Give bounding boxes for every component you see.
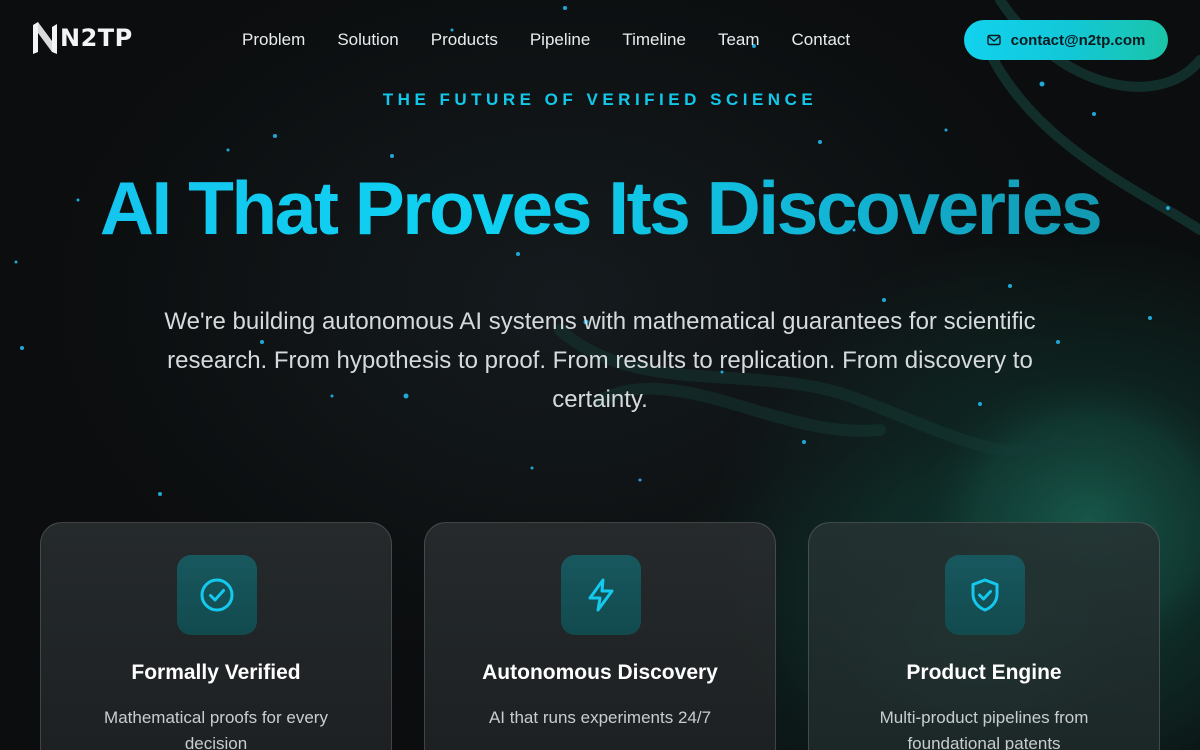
card-description: Multi-product pipelines from foundationa… [879,708,1089,750]
nav-link-contact[interactable]: Contact [792,29,851,51]
card-icon-box [945,555,1025,635]
check-circle-icon [200,578,234,612]
card-description: Mathematical proofs for every decision [104,708,328,750]
nav-link-pipeline[interactable]: Pipeline [530,29,591,51]
card-title: Autonomous Discovery [482,661,718,684]
hero-headline: AI That Proves Its Discoveries [0,166,1200,250]
nav-link-solution[interactable]: Solution [337,29,398,51]
nav-link-team[interactable]: Team [718,29,760,51]
hero-subtext: We're building autonomous AI systems wit… [164,308,1036,413]
landing-page: N2TP Problem Solution Products Pipeline … [0,0,1200,750]
brand-logo[interactable]: N2TP [32,20,133,56]
lightning-icon [588,578,614,612]
feature-card-product-engine: Product Engine Multi-product pipelines f… [808,522,1160,750]
brand-name: N2TP [60,24,133,52]
n2tp-logo-icon [33,22,57,54]
feature-card-autonomous-discovery: Autonomous Discovery AI that runs experi… [424,522,776,750]
card-icon-box [177,555,257,635]
nav-link-problem[interactable]: Problem [242,29,305,51]
card-title: Formally Verified [131,661,301,684]
shield-check-icon [971,578,999,612]
nav-link-products[interactable]: Products [431,29,498,51]
nav-links: Problem Solution Products Pipeline Timel… [242,29,882,51]
mail-icon [986,34,1001,46]
hero-eyebrow: THE FUTURE OF VERIFIED SCIENCE [382,90,818,109]
feature-card-formally-verified: Formally Verified Mathematical proofs fo… [40,522,392,750]
contact-email-button[interactable]: contact@n2tp.com [964,20,1168,60]
card-icon-box [561,555,641,635]
card-title: Product Engine [906,661,1062,684]
top-nav: N2TP Problem Solution Products Pipeline … [0,0,1200,80]
card-description: AI that runs experiments 24/7 [488,708,712,727]
contact-email-label: contact@n2tp.com [1010,31,1146,49]
nav-link-timeline[interactable]: Timeline [622,29,686,51]
